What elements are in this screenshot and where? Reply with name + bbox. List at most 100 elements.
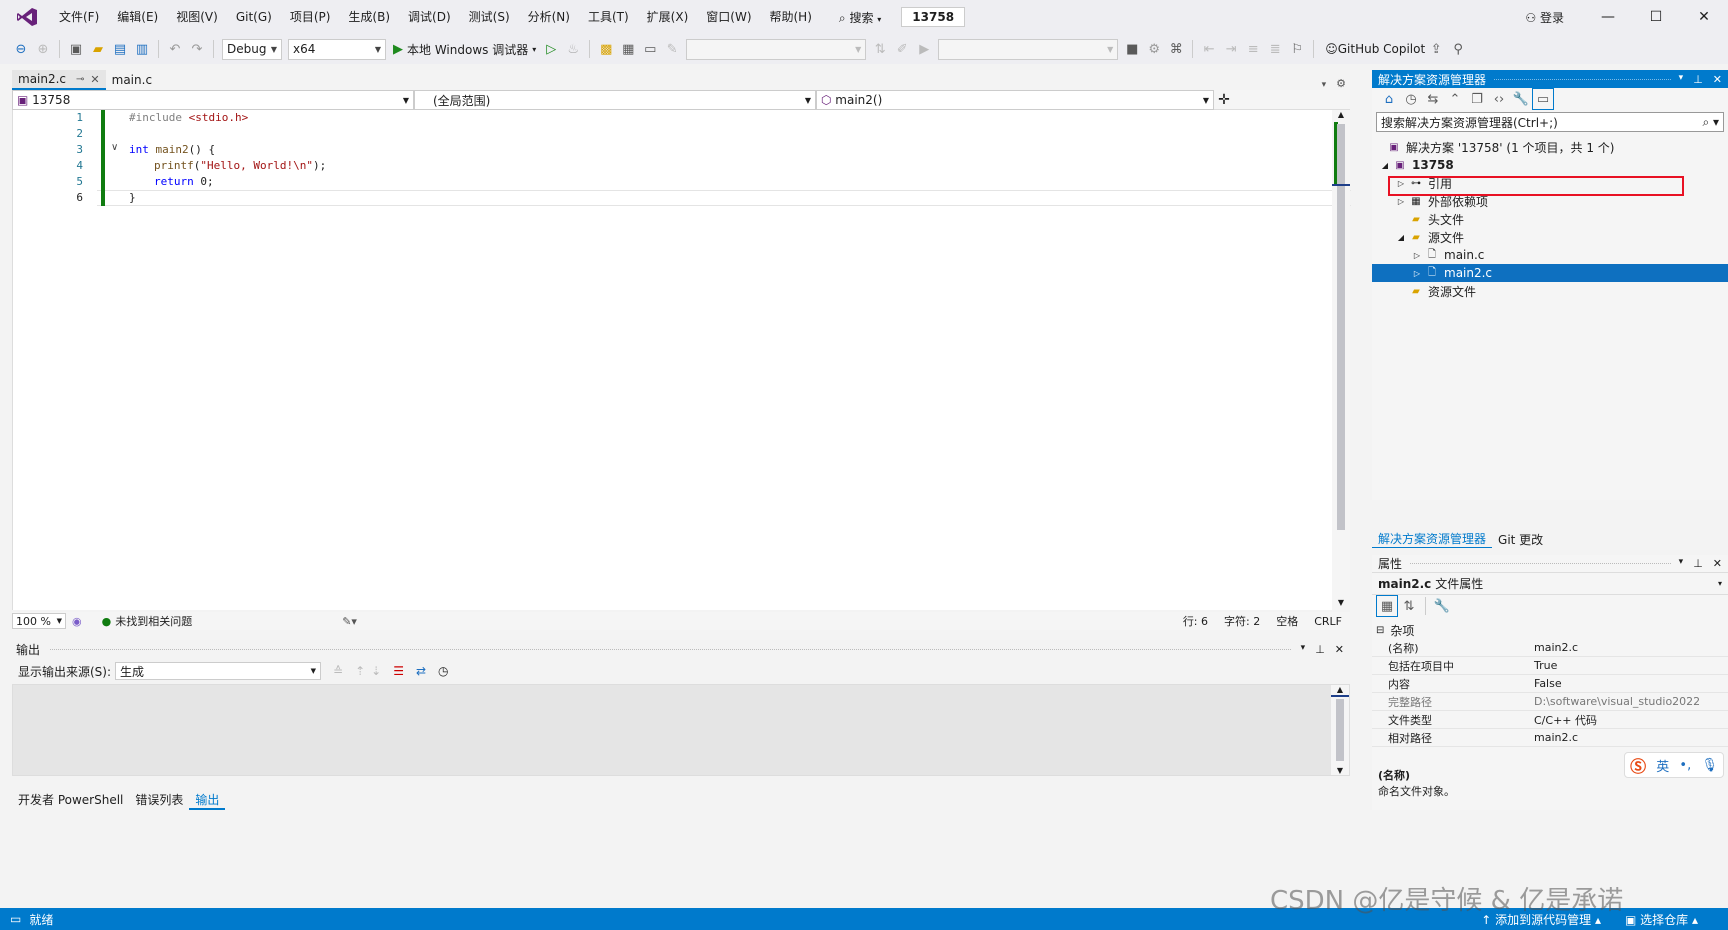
github-copilot-button[interactable]: ☺ GitHub Copilot [1325, 42, 1425, 56]
show-all-files-icon[interactable]: ❐ [1466, 88, 1488, 110]
tab-git-changes[interactable]: Git 更改 [1492, 531, 1549, 548]
select-repository-button[interactable]: ▣ 选择仓库 ▴ [1625, 911, 1698, 928]
indent-icon[interactable]: ⇤ [1198, 38, 1220, 60]
browse-icon[interactable]: ▩ [595, 38, 617, 60]
panel-menu-icon[interactable]: ▾ [1679, 557, 1684, 570]
save-all-icon[interactable]: ▥ [131, 38, 153, 60]
property-row[interactable]: 包括在项目中 True [1372, 657, 1728, 675]
menu-git[interactable]: Git(G) [227, 0, 281, 34]
gear-icon[interactable]: ⚙ [1336, 77, 1346, 90]
intellicode-icon[interactable]: ◉ [72, 615, 82, 628]
wrench-icon[interactable]: 🔧 [1431, 595, 1453, 617]
scroll-thumb[interactable] [1336, 699, 1344, 761]
open-folder-icon[interactable]: ▰ [87, 38, 109, 60]
continue-icon[interactable]: ▶ [913, 38, 935, 60]
menu-file[interactable]: 文件(F) [50, 0, 108, 34]
outdent-icon[interactable]: ⇥ [1220, 38, 1242, 60]
stop-icon[interactable]: ■ [1121, 38, 1143, 60]
start-debugging-button[interactable]: ▶ 本地 Windows 调试器 ▾ [393, 41, 536, 58]
pin-icon[interactable]: ⊥ [1693, 557, 1703, 570]
comment-icon[interactable]: ≡ [1242, 38, 1264, 60]
new-project-icon[interactable]: ▣ [65, 38, 87, 60]
menu-view[interactable]: 视图(V) [167, 0, 227, 34]
menu-extensions[interactable]: 扩展(X) [638, 0, 698, 34]
visual-studio-logo-icon[interactable] [14, 6, 40, 28]
panel-menu-icon[interactable]: ▾ [1301, 643, 1306, 656]
project-select[interactable]: ▣ 13758 ▼ [12, 90, 414, 110]
tab-error-list[interactable]: 错误列表 [129, 790, 189, 810]
configuration-select[interactable]: Debug ▼ [222, 38, 282, 60]
home-icon[interactable]: ⌂ [1378, 88, 1400, 110]
menu-build[interactable]: 生成(B) [339, 0, 399, 34]
menu-project[interactable]: 项目(P) [281, 0, 340, 34]
menu-tools[interactable]: 工具(T) [579, 0, 638, 34]
layout-icon[interactable]: ▦ [617, 38, 639, 60]
scroll-up-icon[interactable]: ▲ [1332, 110, 1350, 122]
ime-language[interactable]: 英 [1656, 756, 1669, 775]
hot-reload-icon[interactable]: ♨ [562, 38, 584, 60]
minimize-button[interactable]: — [1584, 9, 1632, 25]
menu-edit[interactable]: 编辑(E) [108, 0, 167, 34]
next-message-icon[interactable]: ⇣ [371, 664, 381, 678]
solution-search-input[interactable]: 搜索解决方案资源管理器(Ctrl+;) ⌕ ▾ [1376, 112, 1724, 132]
property-row[interactable]: 内容 False [1372, 675, 1728, 693]
collapsed-icon[interactable]: ▷ [1410, 269, 1424, 278]
issues-status[interactable]: 未找到相关问题 [115, 613, 192, 629]
output-vertical-scrollbar[interactable]: ▲ ▼ [1331, 685, 1349, 775]
tab-solution-explorer[interactable]: 解决方案资源管理器 [1372, 530, 1493, 548]
tab-main2-c[interactable]: main2.c ⊸ ✕ [12, 70, 106, 90]
collapse-all-icon[interactable]: ⌃ [1444, 88, 1466, 110]
save-icon[interactable]: ▤ [109, 38, 131, 60]
uncomment-icon[interactable]: ≣ [1264, 38, 1286, 60]
start-without-debugging-icon[interactable]: ▷ [540, 38, 562, 60]
menu-debug[interactable]: 调试(D) [399, 0, 460, 34]
split-editor-icon[interactable]: ✛ [1214, 90, 1234, 109]
line-indicator[interactable]: 行: 6 [1183, 613, 1208, 629]
find-message-icon[interactable]: ≙ [333, 664, 343, 678]
code-view-icon[interactable]: ‹› [1488, 88, 1510, 110]
brush-icon[interactable]: ✎▾ [342, 615, 357, 628]
search-button[interactable]: ⌕ 搜索 ▾ [831, 9, 889, 26]
attach-icon[interactable]: ⚙ [1143, 38, 1165, 60]
expanded-icon[interactable]: ◢ [1378, 161, 1392, 170]
sync-icon[interactable]: ⇆ [1422, 88, 1444, 110]
login-button[interactable]: ⚇ 登录 [1525, 9, 1564, 26]
target-select[interactable]: ▼ [686, 38, 867, 60]
clear-all-icon[interactable]: ☰ [393, 664, 404, 678]
share-icon[interactable]: ⇪ [1425, 38, 1447, 60]
ime-toolbar[interactable]: Ⓢ 英 •, 🎙 [1624, 752, 1724, 778]
tab-output[interactable]: 输出 [189, 790, 226, 810]
scope-select[interactable]: (全局范围) ▼ [414, 90, 816, 110]
back-icon[interactable]: ⊖ [10, 38, 32, 60]
terminal-icon[interactable]: ▭ [639, 38, 661, 60]
scroll-down-icon[interactable]: ▼ [1331, 766, 1349, 775]
code-editor[interactable]: 1 2 3 4 5 6 ∨ #include <stdio.h> int mai… [12, 110, 1351, 610]
panel-menu-icon[interactable]: ▾ [1679, 73, 1684, 86]
step-icon[interactable]: ⇅ [869, 38, 891, 60]
word-wrap-icon[interactable]: ⇄ [416, 664, 426, 678]
zoom-select[interactable]: 100 % ▼ [12, 613, 66, 629]
redo-icon[interactable]: ↷ [186, 38, 208, 60]
collapsed-icon[interactable]: ▷ [1394, 197, 1408, 206]
forward-icon[interactable]: ⊕ [32, 38, 54, 60]
menu-test[interactable]: 测试(S) [460, 0, 519, 34]
tree-item-main2-c[interactable]: ▷ 🗋 main2.c [1372, 264, 1728, 282]
scroll-down-icon[interactable]: ▼ [1332, 598, 1350, 610]
fold-chevron-icon[interactable]: ∨ [111, 142, 118, 153]
properties-object-select[interactable]: main2.c 文件属性 ▾ [1372, 573, 1728, 595]
scroll-up-icon[interactable]: ▲ [1331, 685, 1349, 694]
char-indicator[interactable]: 字符: 2 [1224, 613, 1260, 629]
whitespace-indicator[interactable]: 空格 [1276, 613, 1298, 629]
property-row[interactable]: 文件类型 C/C++ 代码 [1372, 711, 1728, 729]
categorized-icon[interactable]: ▦ [1376, 595, 1398, 617]
tab-developer-powershell[interactable]: 开发者 PowerShell [12, 790, 129, 810]
property-row[interactable]: 相对路径 main2.c [1372, 729, 1728, 747]
menu-window[interactable]: 窗口(W) [697, 0, 760, 34]
pin-icon[interactable]: ⊥ [1693, 73, 1703, 86]
close-window-button[interactable]: ✕ [1680, 9, 1728, 25]
tab-main-c[interactable]: main.c [106, 70, 158, 90]
tree-item-main-c[interactable]: ▷ 🗋 main.c [1372, 246, 1728, 264]
pencil-icon[interactable]: ✐ [891, 38, 913, 60]
wrench-icon[interactable]: 🔧 [1510, 88, 1532, 110]
expanded-icon[interactable]: ◢ [1394, 233, 1408, 242]
